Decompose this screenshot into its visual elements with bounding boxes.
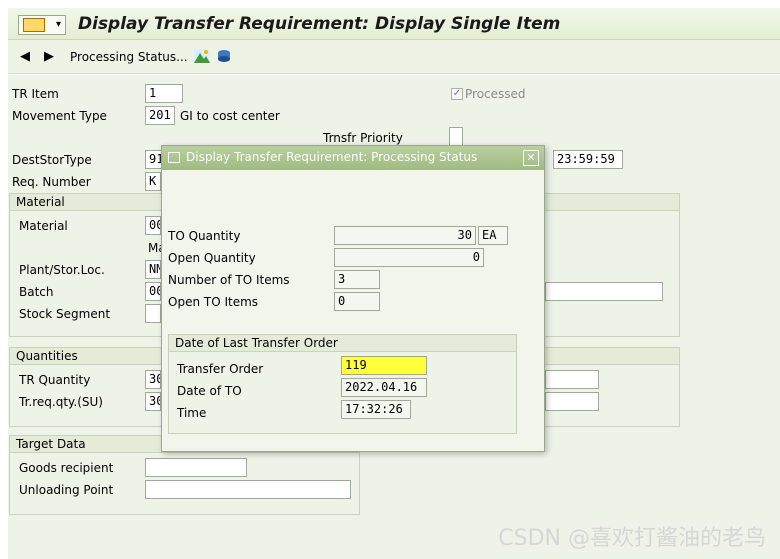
stock-segment-field[interactable] [145, 304, 161, 323]
to-quantity-label: TO Quantity [168, 229, 241, 243]
material-field[interactable]: 00 [145, 216, 161, 235]
tr-req-qty-label: Tr.req.qty.(SU) [19, 395, 103, 409]
back-arrow-icon[interactable]: ◀ [20, 49, 30, 64]
open-quantity-field[interactable]: 0 [334, 248, 484, 267]
trnsfr-priority-label: Trnsfr Priority [323, 131, 403, 145]
goods-recipient-field[interactable] [145, 458, 247, 477]
processed-label: Processed [465, 87, 526, 101]
plant-field[interactable]: NM [145, 260, 161, 279]
system-menu-button[interactable]: ▾ [18, 15, 66, 35]
processed-checkbox[interactable]: ✓ [451, 88, 463, 100]
tr-req-qty-extra-field[interactable] [545, 392, 599, 411]
processing-status-dialog: Display Transfer Requirement: Processing… [161, 145, 545, 452]
date-of-to-field[interactable]: 2022.04.16 [341, 378, 427, 397]
dialog-title-bar: Display Transfer Requirement: Processing… [162, 146, 544, 170]
trnsfr-priority-field[interactable] [449, 127, 463, 146]
forward-arrow-icon[interactable]: ▶ [44, 49, 54, 64]
movement-type-label: Movement Type [12, 109, 107, 123]
time-field[interactable]: 23:59:59 [553, 150, 623, 169]
unloading-point-field[interactable] [145, 480, 351, 499]
mountain-landscape-icon[interactable] [194, 49, 210, 63]
dialog-title: Display Transfer Requirement: Processing… [186, 150, 478, 164]
req-number-field[interactable]: K [145, 172, 161, 191]
application-toolbar: ◀ ▶ Processing Status... [8, 40, 780, 74]
open-quantity-label: Open Quantity [168, 251, 256, 265]
tr-quantity-field[interactable]: 30 [145, 370, 161, 389]
movement-type-field[interactable]: 201 [145, 106, 175, 125]
req-number-label: Req. Number [12, 175, 91, 189]
number-of-to-items-label: Number of TO Items [168, 273, 290, 287]
tr-req-qty-field[interactable]: 30 [145, 392, 161, 411]
material-label: Material [19, 219, 68, 233]
last-transfer-order-group: Date of Last Transfer Order Transfer Ord… [168, 334, 517, 434]
tr-item-label: TR Item [12, 87, 59, 101]
open-to-items-label: Open TO Items [168, 295, 259, 309]
unloading-point-label: Unloading Point [19, 483, 114, 497]
time-label: Time [177, 406, 207, 420]
plant-stor-loc-label: Plant/Stor.Loc. [19, 263, 105, 277]
stock-segment-label: Stock Segment [19, 307, 111, 321]
time-of-to-field[interactable]: 17:32:26 [341, 400, 411, 419]
goods-recipient-label: Goods recipient [19, 461, 114, 475]
date-of-to-label: Date of TO [177, 384, 242, 398]
tr-item-field[interactable]: 1 [145, 84, 183, 103]
page-title: Display Transfer Requirement: Display Si… [78, 14, 561, 34]
to-quantity-field[interactable]: 30 [334, 226, 476, 245]
transfer-order-label: Transfer Order [177, 362, 264, 376]
batch-extra-field[interactable] [545, 282, 663, 301]
tr-quantity-extra-field[interactable] [545, 370, 599, 389]
to-unit-field[interactable]: EA [478, 226, 508, 245]
edit-window-icon [168, 152, 180, 163]
transfer-order-field[interactable]: 119 [341, 356, 427, 375]
batch-label: Batch [19, 285, 54, 299]
chevron-down-icon: ▾ [55, 19, 61, 30]
movement-type-description: GI to cost center [180, 109, 280, 123]
watermark: CSDN @喜欢打酱油的老鸟 [498, 526, 766, 551]
close-icon[interactable]: ✕ [523, 150, 539, 166]
processing-status-button[interactable]: Processing Status... [70, 50, 188, 64]
title-bar: ▾ Display Transfer Requirement: Display … [8, 8, 780, 40]
last-transfer-order-title: Date of Last Transfer Order [169, 335, 516, 352]
dest-stor-type-label: DestStorType [12, 153, 92, 167]
open-to-items-field[interactable]: 0 [334, 292, 380, 311]
batch-field[interactable]: 00 [145, 282, 161, 301]
tr-quantity-label: TR Quantity [19, 373, 91, 387]
number-of-to-items-field[interactable]: 3 [334, 270, 380, 289]
menu-icon [23, 18, 45, 32]
stack-icon[interactable] [216, 49, 232, 63]
